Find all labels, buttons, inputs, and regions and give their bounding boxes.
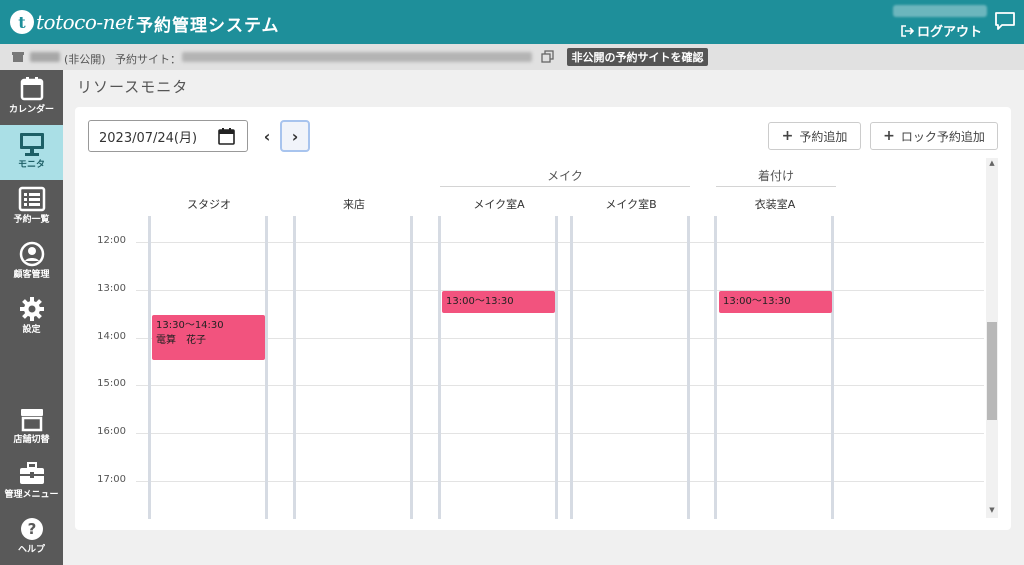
logout-button[interactable]: ログアウト [900, 21, 982, 40]
sidebar: カレンダー モニタ 予約一覧 顧客管理 設定 店舗切替 管理メニュー ? ヘルプ [0, 70, 63, 565]
scroll-up-arrow-icon[interactable]: ▲ [986, 158, 998, 168]
logout-label: ログアウト [917, 25, 983, 40]
group-header-makeup: メイク [547, 169, 583, 183]
copy-icon[interactable] [541, 50, 554, 63]
sidebar-item-help[interactable]: ? ヘルプ [0, 510, 63, 565]
toolbox-icon [19, 462, 44, 484]
column-divider [714, 216, 717, 519]
add-reservation-button[interactable]: + 予約追加 [768, 122, 861, 150]
time-label: 12:00 [97, 235, 126, 246]
store-icon [12, 52, 24, 62]
next-day-button[interactable]: › [280, 120, 310, 152]
sidebar-item-admin-menu[interactable]: 管理メニュー [0, 455, 63, 510]
private-status: (非公開) [64, 53, 106, 66]
chat-icon[interactable] [994, 11, 1016, 31]
plus-icon: + [883, 128, 895, 144]
column-divider [438, 216, 441, 519]
column-divider [687, 216, 690, 519]
chevron-right-icon: › [291, 126, 299, 146]
add-lock-reservation-button[interactable]: + ロック予約追加 [870, 122, 998, 150]
appointment-time: 13:00～13:30 [723, 296, 791, 307]
logout-icon [901, 24, 914, 37]
sidebar-item-store-switch[interactable]: 店舗切替 [0, 400, 63, 455]
top-header: t totoco-net 予約管理システム ログアウト [0, 0, 1024, 44]
sidebar-item-monitor[interactable]: モニタ [0, 125, 63, 180]
store-name-blurred [30, 52, 60, 62]
column-divider [293, 216, 296, 519]
logo[interactable]: t totoco-net [10, 8, 134, 36]
appointment-customer-name: 電算 花子 [156, 335, 206, 346]
column-divider [555, 216, 558, 519]
time-label: 15:00 [97, 378, 126, 389]
sidebar-item-label: ヘルプ [17, 545, 45, 555]
site-info-bar: (非公開) 予約サイト： 非公開の予約サイトを確認 [0, 44, 1024, 70]
sidebar-item-label: 設定 [22, 325, 41, 335]
time-label: 14:00 [97, 331, 126, 342]
sidebar-item-label: モニタ [17, 160, 45, 170]
chevron-left-icon: ‹ [263, 126, 271, 146]
column-divider [410, 216, 413, 519]
reserve-site-label: 予約サイト： [115, 53, 181, 66]
appointment-time: 13:30～14:30 [156, 320, 224, 331]
column-header-visit: 来店 [343, 198, 365, 211]
sidebar-item-reservation-list[interactable]: 予約一覧 [0, 180, 63, 235]
add-reservation-label: 予約追加 [799, 129, 848, 144]
time-label: 16:00 [97, 426, 126, 437]
user-name-blurred [893, 5, 987, 17]
monitor-icon [19, 133, 44, 156]
hour-gridline [136, 481, 984, 482]
group-header-dressing: 着付け [757, 169, 794, 183]
svg-text:?: ? [27, 520, 36, 538]
column-divider [831, 216, 834, 519]
column-header-costume-room-a: 衣装室A [754, 198, 796, 211]
logo-text: totoco-net [36, 10, 134, 34]
column-divider [265, 216, 268, 519]
time-label: 17:00 [97, 474, 126, 485]
logo-mark-icon: t [10, 10, 34, 34]
sidebar-item-label: 店舗切替 [13, 435, 50, 445]
sidebar-item-label: 予約一覧 [13, 215, 50, 225]
hour-gridline [136, 385, 984, 386]
appointment-block[interactable]: 13:00～13:30 [442, 291, 555, 313]
previous-day-button[interactable]: ‹ [259, 122, 275, 150]
scrollbar-thumb[interactable] [987, 322, 997, 420]
calendar-icon [20, 77, 43, 101]
appointment-block[interactable]: 13:30～14:30 電算 花子 [152, 315, 265, 360]
scroll-down-arrow-icon[interactable]: ▼ [986, 505, 998, 515]
time-label: 13:00 [97, 283, 126, 294]
help-icon: ? [20, 518, 43, 540]
date-picker-input[interactable]: 2023/07/24(月) [88, 120, 248, 152]
app-title: 予約管理システム [136, 16, 280, 36]
group-divider [440, 186, 690, 187]
date-value: 2023/07/24(月) [99, 130, 198, 146]
column-divider [570, 216, 573, 519]
hour-gridline [136, 290, 984, 291]
hour-gridline [136, 242, 984, 243]
sidebar-item-label: 管理メニュー [4, 490, 59, 500]
page-title: リソースモニタ [77, 78, 189, 96]
column-header-studio: スタジオ [187, 198, 231, 211]
appointment-time: 13:00～13:30 [446, 296, 514, 307]
sidebar-item-label: 顧客管理 [13, 270, 50, 280]
plus-icon: + [781, 128, 794, 144]
sidebar-item-settings[interactable]: 設定 [0, 290, 63, 345]
group-divider [716, 186, 836, 187]
sidebar-item-calendar[interactable]: カレンダー [0, 70, 63, 125]
gear-icon [19, 297, 44, 321]
reserve-site-url-blurred[interactable] [182, 52, 532, 62]
user-icon [19, 241, 44, 267]
appointment-block[interactable]: 13:00～13:30 [719, 291, 832, 313]
column-header-makeup-room-b: メイク室B [605, 198, 657, 211]
sidebar-item-customers[interactable]: 顧客管理 [0, 235, 63, 290]
list-icon [18, 186, 45, 212]
column-divider [148, 216, 151, 519]
add-lock-reservation-label: ロック予約追加 [900, 129, 985, 144]
confirm-private-site-button[interactable]: 非公開の予約サイトを確認 [567, 48, 708, 66]
sidebar-item-label: カレンダー [8, 105, 54, 115]
column-header-makeup-room-a: メイク室A [473, 198, 525, 211]
calendar-icon[interactable] [218, 128, 235, 145]
hour-gridline [136, 433, 984, 434]
store-icon [20, 409, 43, 432]
